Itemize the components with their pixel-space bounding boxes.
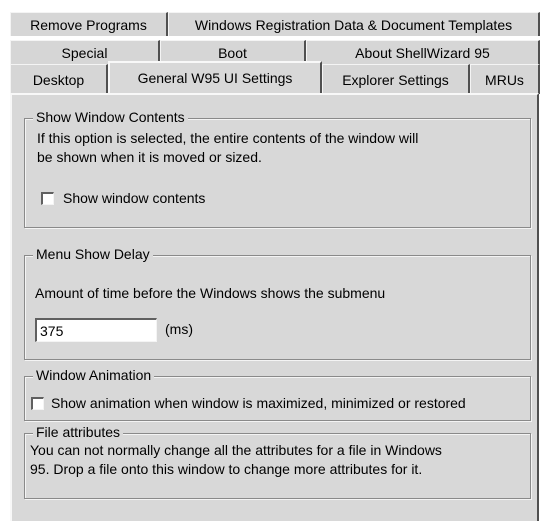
window-animation-legend: Window Animation: [33, 367, 155, 383]
file-attributes-legend: File attributes: [33, 424, 124, 440]
window-animation-checkbox-label[interactable]: Show animation when window is maximized,…: [51, 394, 466, 413]
tab-row-3: Desktop General W95 UI Settings Explorer…: [10, 61, 540, 94]
menu-show-delay-legend: Menu Show Delay: [33, 246, 153, 262]
show-window-contents-description-line2: be shown when it is moved or sized.: [37, 149, 262, 165]
tab-desktop[interactable]: Desktop: [10, 64, 108, 94]
show-window-contents-legend: Show Window Contents: [33, 109, 188, 125]
shellwizard-window: Remove Programs Windows Registration Dat…: [0, 0, 544, 521]
menu-show-delay-description: Amount of time before the Windows shows …: [35, 285, 386, 301]
window-animation-checkbox[interactable]: [31, 397, 44, 410]
tab-row-1: Remove Programs Windows Registration Dat…: [10, 12, 540, 36]
show-window-contents-checkbox[interactable]: [41, 192, 54, 205]
tab-page-general-w95-ui-settings: Show Window Contents If this option is s…: [10, 93, 539, 521]
file-attributes-group: File attributes You can not normally cha…: [24, 424, 531, 499]
tab-general-w95-ui-settings[interactable]: General W95 UI Settings: [108, 61, 322, 93]
tab-remove-programs[interactable]: Remove Programs: [10, 12, 168, 36]
tab-mrus[interactable]: MRUs: [470, 64, 540, 94]
show-window-contents-checkbox-label[interactable]: Show window contents: [63, 189, 205, 208]
tab-about-shellwizard[interactable]: About ShellWizard 95: [306, 40, 540, 64]
show-window-contents-description-line1: If this option is selected, the entire c…: [37, 130, 419, 146]
menu-show-delay-unit: (ms): [165, 321, 193, 337]
menu-show-delay-group: Menu Show Delay Amount of time before th…: [24, 246, 531, 360]
tab-windows-registration-data[interactable]: Windows Registration Data & Document Tem…: [168, 12, 540, 36]
tab-explorer-settings[interactable]: Explorer Settings: [322, 64, 470, 94]
menu-show-delay-input[interactable]: [35, 318, 157, 342]
window-animation-group: Window Animation Show animation when win…: [24, 367, 531, 421]
show-window-contents-group: Show Window Contents If this option is s…: [24, 109, 531, 228]
file-attributes-text-line1: You can not normally change all the attr…: [30, 442, 442, 458]
file-attributes-text-line2: 95. Drop a file onto this window to chan…: [30, 461, 423, 477]
